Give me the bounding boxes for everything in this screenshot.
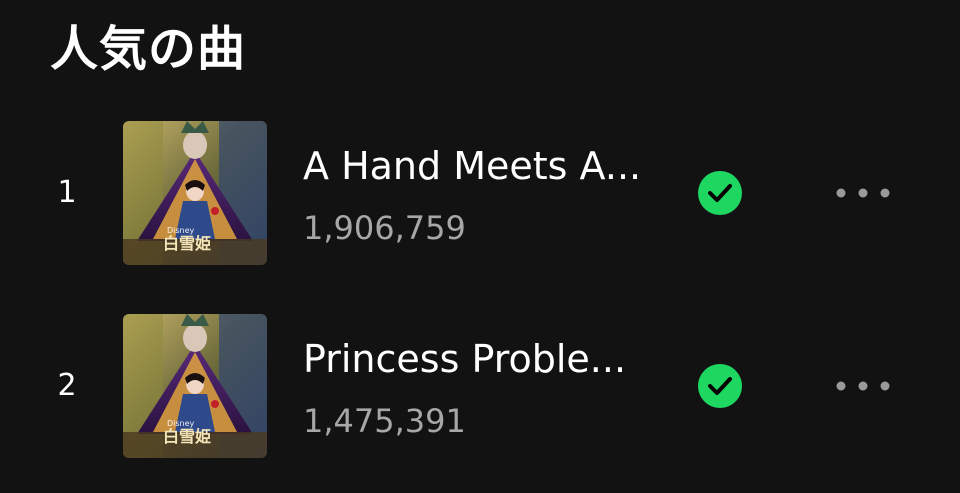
ellipsis-icon[interactable] — [830, 178, 896, 208]
play-count: 1,475,391 — [303, 402, 466, 440]
album-artwork: 白雪姫 Disney — [123, 314, 267, 458]
album-artwork: 白雪姫 Disney — [123, 121, 267, 265]
track-title[interactable]: A Hand Meets A... — [303, 140, 643, 192]
track-title[interactable]: Princess Proble... — [303, 333, 643, 385]
track-rank: 1 — [57, 175, 77, 210]
check-circle-icon — [698, 171, 742, 215]
artwork-brand-text: Disney — [167, 226, 195, 235]
ellipsis-icon[interactable] — [830, 371, 896, 401]
track-row[interactable]: 2 白雪姫 Disney Princess Proble... 1,475,39… — [0, 311, 960, 461]
play-count: 1,906,759 — [303, 209, 466, 247]
check-circle-icon — [698, 364, 742, 408]
artwork-title-text: 白雪姫 — [163, 234, 211, 253]
artwork-brand-text: Disney — [167, 419, 195, 428]
track-row[interactable]: 1 白雪姫 Disney A Hand Meets A... 1,906,759 — [0, 118, 960, 268]
artwork-title-text: 白雪姫 — [163, 427, 211, 446]
track-rank: 2 — [57, 368, 77, 403]
section-title: 人気の曲 — [50, 21, 247, 77]
